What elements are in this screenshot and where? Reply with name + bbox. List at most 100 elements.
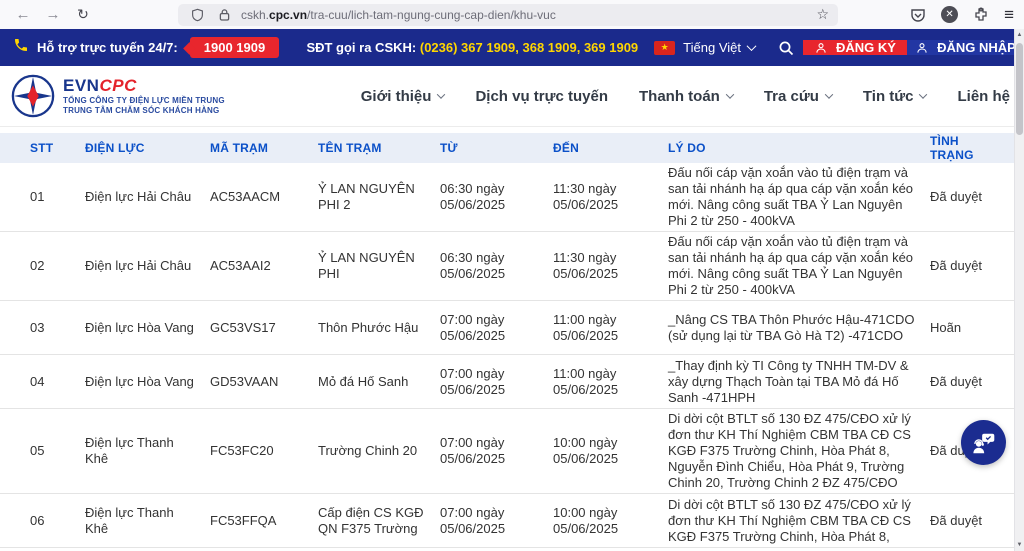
back-icon[interactable]: ←: [10, 3, 36, 27]
pocket-icon[interactable]: [908, 5, 928, 25]
status-badge: Đã duyệt: [930, 189, 1010, 205]
url-bar[interactable]: cskh.cpc.vn/tra-cuu/lich-tam-ngung-cung-…: [178, 4, 838, 26]
column-header: TÊN TRẠM: [318, 141, 440, 155]
nav-item[interactable]: Tin tức: [863, 88, 927, 105]
cell-dien-luc: Điện lực Thanh Khê: [85, 435, 210, 467]
chevron-down-icon: [747, 41, 757, 51]
cell-dien-luc: Điện lực Thanh Khê: [85, 505, 210, 537]
cell-tu: 07:00 ngày 05/06/2025: [440, 312, 553, 344]
status-badge: Hoãn: [930, 320, 1010, 336]
table-row: 04 Điện lực Hòa Vang GD53VAAN Mỏ đá Hố S…: [0, 355, 1024, 409]
table-header-row: STTĐIỆN LỰCMÃ TRẠMTÊN TRẠMTỪĐẾNLÝ DOTÌNH…: [0, 133, 1024, 163]
search-button[interactable]: [769, 40, 803, 56]
nav-item-label: Thanh toán: [639, 88, 720, 105]
cell-ten-tram: Ỷ LAN NGUYÊN PHI: [318, 250, 440, 282]
chevron-down-icon: [726, 90, 734, 98]
nav-item-label: Dịch vụ trực tuyến: [475, 88, 608, 105]
table-row: 03 Điện lực Hòa Vang GC53VS17 Thôn Phước…: [0, 301, 1024, 355]
cell-den: 10:00 ngày 05/06/2025: [553, 505, 668, 537]
cell-ly-do: Đấu nối cáp vặn xoắn vào tủ điện trạm và…: [668, 234, 930, 298]
cell-tu: 07:00 ngày 05/06/2025: [440, 435, 553, 467]
cell-dien-luc: Điện lực Hòa Vang: [85, 320, 210, 336]
table-row: 06 Điện lực Thanh Khê FC53FFQA Cấp điện …: [0, 494, 1024, 548]
cell-den: 11:30 ngày 05/06/2025: [553, 181, 668, 213]
cell-den: 10:00 ngày 05/06/2025: [553, 435, 668, 467]
lock-icon: [214, 5, 234, 25]
column-header: MÃ TRẠM: [210, 141, 318, 155]
cell-ma-tram: AC53AACM: [210, 189, 318, 205]
column-header: LÝ DO: [668, 141, 930, 155]
chat-support-button[interactable]: [961, 420, 1006, 465]
nav-item-label: Liên hệ: [957, 88, 1010, 105]
menu-icon[interactable]: ≡: [1004, 5, 1014, 25]
nav-item[interactable]: Liên hệ: [957, 88, 1010, 105]
table-row: 02 Điện lực Hải Châu AC53AAI2 Ỷ LAN NGUY…: [0, 232, 1024, 301]
chevron-down-icon: [919, 90, 927, 98]
scrollbar-thumb[interactable]: [1016, 43, 1023, 135]
nav-item[interactable]: Dịch vụ trực tuyến: [475, 88, 608, 105]
url-text: cskh.cpc.vn/tra-cuu/lich-tam-ngung-cung-…: [241, 8, 809, 22]
shield-icon[interactable]: [187, 5, 207, 25]
cell-ma-tram: FC53FC20: [210, 443, 318, 459]
nav-item-label: Tra cứu: [764, 88, 819, 105]
nav-item[interactable]: Tra cứu: [764, 88, 832, 105]
cell-stt: 01: [30, 189, 85, 205]
register-button[interactable]: ĐĂNG KÝ: [803, 40, 907, 55]
cell-ten-tram: Mỏ đá Hố Sanh: [318, 374, 440, 390]
cell-ly-do: Di dời cột BTLT số 130 ĐZ 475/CĐO xử lý …: [668, 411, 930, 491]
scroll-down-icon[interactable]: ▼: [1015, 542, 1024, 548]
language-selector[interactable]: Tiếng Việt: [683, 40, 755, 55]
cell-ly-do: _Thay định kỳ TI Công ty TNHH TM-DV & xâ…: [668, 358, 930, 406]
column-header: TỪ: [440, 141, 553, 155]
user-icon: [915, 41, 929, 55]
cell-ma-tram: GC53VS17: [210, 320, 318, 336]
cell-tu: 07:00 ngày 05/06/2025: [440, 505, 553, 537]
cell-den: 11:00 ngày 05/06/2025: [553, 366, 668, 398]
user-icon: [814, 41, 828, 55]
cell-stt: 02: [30, 258, 85, 274]
outage-table: STTĐIỆN LỰCMÃ TRẠMTÊN TRẠMTỪĐẾNLÝ DOTÌNH…: [0, 133, 1024, 548]
cell-stt: 06: [30, 513, 85, 529]
phone-icon: [13, 37, 29, 58]
company-line1: TỔNG CÔNG TY ĐIỆN LỰC MIỀN TRUNG: [63, 96, 225, 106]
evn-star-icon: [10, 73, 56, 119]
cell-dien-luc: Điện lực Hải Châu: [85, 258, 210, 274]
cell-ma-tram: GD53VAAN: [210, 374, 318, 390]
vietnam-flag-icon: ★: [654, 41, 675, 55]
status-badge: Đã duyệt: [930, 374, 1010, 390]
nav-item[interactable]: Giới thiệu: [361, 88, 445, 105]
cell-ten-tram: Trường Chinh 20: [318, 443, 440, 459]
page-scrollbar[interactable]: ▲ ▼: [1014, 29, 1024, 551]
chevron-down-icon: [437, 90, 445, 98]
login-button[interactable]: ĐĂNG NHẬP: [907, 40, 1024, 55]
evncpc-logo[interactable]: EVNCPC TỔNG CÔNG TY ĐIỆN LỰC MIỀN TRUNG …: [10, 73, 225, 119]
site-header: EVNCPC TỔNG CÔNG TY ĐIỆN LỰC MIỀN TRUNG …: [0, 66, 1024, 127]
column-header: ĐIỆN LỰC: [85, 141, 210, 155]
nav-item[interactable]: Thanh toán: [639, 88, 733, 105]
hotline-badge[interactable]: 1900 1909: [190, 37, 279, 58]
topbar: Hỗ trợ trực tuyến 24/7: 1900 1909 SĐT gọ…: [0, 29, 1024, 66]
table-row: 05 Điện lực Thanh Khê FC53FC20 Trường Ch…: [0, 409, 1024, 494]
cell-dien-luc: Điện lực Hòa Vang: [85, 374, 210, 390]
cell-ly-do: Đấu nối cáp vặn xoắn vào tủ điện trạm và…: [668, 165, 930, 229]
cell-den: 11:30 ngày 05/06/2025: [553, 250, 668, 282]
extensions-puzzle-icon[interactable]: [971, 5, 991, 25]
cell-dien-luc: Điện lực Hải Châu: [85, 189, 210, 205]
cell-stt: 05: [30, 443, 85, 459]
column-header: STT: [30, 141, 85, 155]
bookmark-star-icon[interactable]: ☆: [816, 6, 829, 23]
extension-x-icon[interactable]: ✕: [941, 6, 958, 23]
cell-stt: 03: [30, 320, 85, 336]
cell-tu: 07:00 ngày 05/06/2025: [440, 366, 553, 398]
scroll-up-icon[interactable]: ▲: [1015, 32, 1024, 38]
cell-ten-tram: Cấp điện CS KGĐ QN F375 Trường: [318, 505, 440, 537]
outbound-phones: SĐT gọi ra CSKH: (0236) 367 1909, 368 19…: [306, 40, 638, 55]
table-row: 01 Điện lực Hải Châu AC53AACM Ỷ LAN NGUY…: [0, 163, 1024, 232]
forward-icon[interactable]: →: [40, 3, 66, 27]
chevron-down-icon: [825, 90, 833, 98]
chat-agent-icon: [970, 429, 997, 456]
cell-den: 11:00 ngày 05/06/2025: [553, 312, 668, 344]
brand-text: EVNCPC: [63, 76, 225, 96]
reload-icon[interactable]: ↻: [70, 3, 96, 27]
cell-ten-tram: Thôn Phước Hậu: [318, 320, 440, 336]
